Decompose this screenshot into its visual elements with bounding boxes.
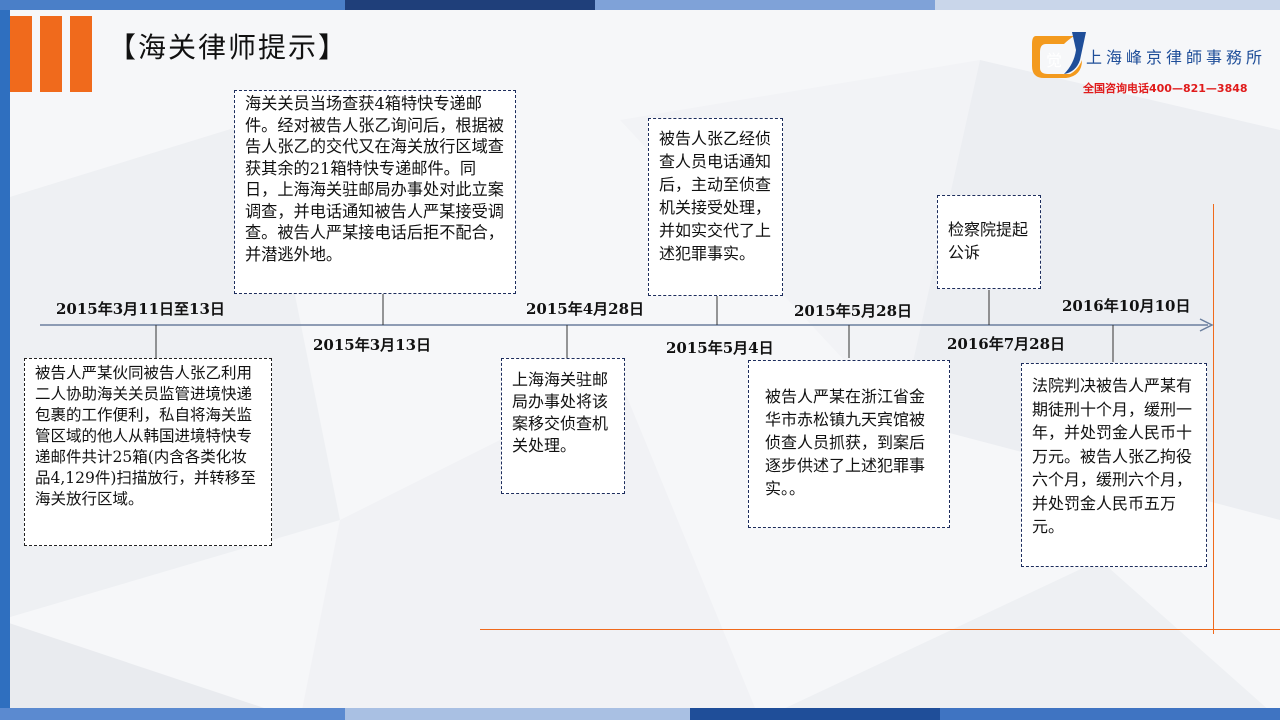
event-text: 海关关员当场查获4箱特快专递邮件。经对被告人张乙询问后，根据被告人张乙的交代又在…: [245, 94, 504, 264]
event-text: 被告人严某伙同被告人张乙利用二人协助海关关员监管进境快递包裹的工作便利，私自将海…: [35, 364, 256, 508]
timeline-date: 2015年5月28日: [794, 302, 913, 320]
event-text: 法院判决被告人严某有期徒刑十个月，缓刑一年，并处罚金人民币十万元。被告人张乙拘役…: [1032, 376, 1193, 536]
event-box: 被告人严某在浙江省金华市赤松镇九天宾馆被侦查人员抓获，到案后逐步供述了上述犯罪事…: [748, 360, 950, 528]
timeline-date: 2015年4月28日: [526, 300, 645, 318]
event-box: 被告人严某伙同被告人张乙利用二人协助海关关员监管进境快递包裹的工作便利，私自将海…: [24, 358, 272, 546]
event-text: 检察院提起公诉: [948, 220, 1029, 262]
event-text: 被告人严某在浙江省金华市赤松镇九天宾馆被侦查人员抓获，到案后逐步供述了上述犯罪事…: [765, 387, 926, 498]
timeline-date: 2016年10月10日: [1062, 297, 1191, 315]
event-text: 被告人张乙经侦查人员电话通知后，主动至侦查机关接受处理，并如实交代了上述犯罪事实…: [659, 129, 772, 263]
event-box: 法院判决被告人严某有期徒刑十个月，缓刑一年，并处罚金人民币十万元。被告人张乙拘役…: [1021, 363, 1207, 567]
timeline-date: 2015年3月11日至13日: [56, 300, 225, 318]
event-text: 上海海关驻邮局办事处将该案移交侦查机关处理。: [512, 370, 609, 455]
timeline-date: 2015年5月4日: [666, 339, 774, 357]
event-box: 检察院提起公诉: [937, 195, 1041, 289]
event-box: 上海海关驻邮局办事处将该案移交侦查机关处理。: [501, 358, 625, 494]
event-box: 被告人张乙经侦查人员电话通知后，主动至侦查机关接受处理，并如实交代了上述犯罪事实…: [648, 118, 783, 296]
event-box: 海关关员当场查获4箱特快专递邮件。经对被告人张乙询问后，根据被告人张乙的交代又在…: [234, 90, 516, 294]
timeline-date: 2016年7月28日: [947, 335, 1066, 353]
timeline-date: 2015年3月13日: [313, 336, 432, 354]
